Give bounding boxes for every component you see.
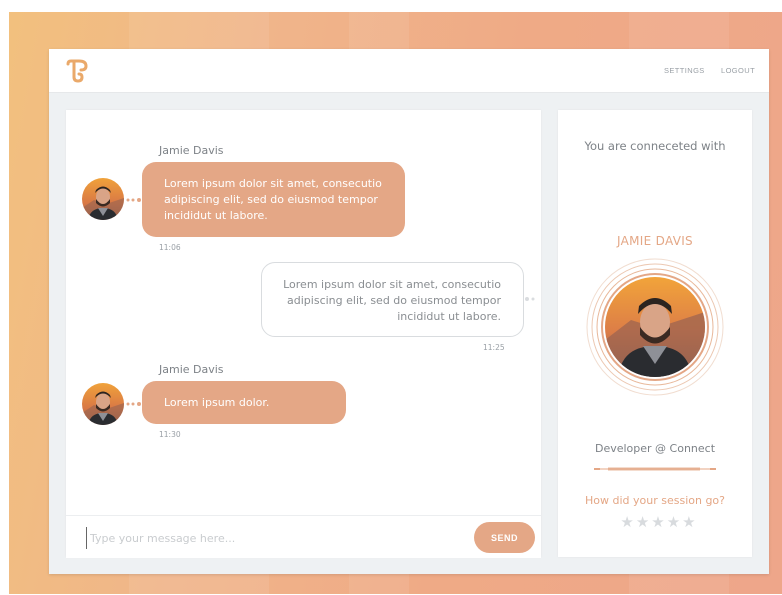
sender-name: Jamie Davis: [159, 363, 224, 376]
star-rating: ★ ★ ★ ★ ★: [608, 512, 708, 532]
star-icon[interactable]: ★: [651, 513, 664, 531]
avatar[interactable]: [82, 178, 124, 220]
rating-question: How did your session go?: [584, 494, 725, 507]
logout-link[interactable]: LOGOUT: [721, 66, 755, 75]
app-window: SETTINGS LOGOUT Jamie Davis Lorem ipsum …: [49, 49, 769, 574]
bubble-connector: [525, 297, 535, 301]
divider-ornament: [594, 467, 716, 471]
star-icon[interactable]: ★: [636, 513, 649, 531]
settings-link[interactable]: SETTINGS: [664, 66, 705, 75]
message-bubble: Lorem ipsum dolor.: [142, 381, 346, 424]
t-logo-icon[interactable]: [65, 58, 89, 84]
bubble-connector: [126, 402, 141, 406]
top-bar: SETTINGS LOGOUT: [49, 49, 769, 93]
profile-name: JAMIE DAVIS: [617, 234, 693, 248]
chat-panel: Jamie Davis Lorem ipsum dolor sit amet, …: [66, 110, 541, 558]
message-input[interactable]: [86, 527, 462, 549]
profile-avatar: [586, 258, 724, 396]
message-bubble-outgoing: Lorem ipsum dolor sit amet, consecutio a…: [261, 262, 524, 337]
star-icon[interactable]: ★: [682, 513, 695, 531]
profile-panel: You are conneceted with JAMIE DAVIS Deve…: [558, 110, 752, 557]
connected-label: You are conneceted with: [584, 139, 726, 153]
message-time: 11:25: [483, 343, 505, 352]
message-composer: SEND: [66, 515, 541, 558]
star-icon[interactable]: ★: [620, 513, 633, 531]
message-time: 11:06: [159, 243, 181, 252]
bubble-connector: [126, 198, 141, 202]
message-bubble: Lorem ipsum dolor sit amet, consecutio a…: [142, 162, 405, 237]
send-button[interactable]: SEND: [474, 522, 535, 553]
message-time: 11:30: [159, 430, 181, 439]
star-icon[interactable]: ★: [667, 513, 680, 531]
avatar[interactable]: [82, 383, 124, 425]
sender-name: Jamie Davis: [159, 144, 224, 157]
profile-role: Developer @ Connect: [594, 442, 716, 455]
